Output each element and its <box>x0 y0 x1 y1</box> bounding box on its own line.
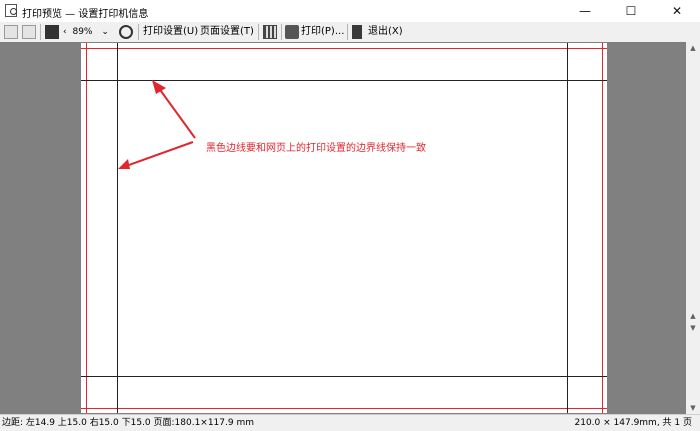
arrowhead-top <box>152 80 166 94</box>
annotation-arrows <box>118 80 196 169</box>
title-bar: 打印预览 — 设置打印机信息 — ☐ ✕ <box>0 0 700 22</box>
zoom-prev-icon[interactable]: ‹ <box>63 27 67 37</box>
first-page-icon[interactable] <box>4 25 18 39</box>
print-button[interactable]: 打印(P)... <box>301 24 344 40</box>
preview-viewport[interactable] <box>0 42 686 414</box>
chevron-down-icon[interactable]: ⌄ <box>101 27 109 37</box>
multi-page-icon[interactable] <box>45 25 59 39</box>
close-button[interactable]: ✕ <box>654 0 700 22</box>
zoom-value: 89% <box>72 27 93 37</box>
scroll-down-icon[interactable]: ▼ <box>686 402 700 414</box>
prev-page-icon[interactable] <box>22 25 36 39</box>
print-preview-icon <box>5 4 17 17</box>
separator <box>138 24 139 40</box>
margin-info: 边距: 左14.9 上15.0 右15.0 下15.0 页面:180.1×117… <box>2 418 254 428</box>
arrow-to-left-line <box>125 141 194 167</box>
margins-icon[interactable] <box>263 25 277 39</box>
annotation-text: 黑色边线要和网页上的打印设置的边界线保持一致 <box>206 143 426 154</box>
window-title: 打印预览 — 设置打印机信息 <box>22 9 149 20</box>
scroll-down-icon[interactable]: ▼ <box>686 322 700 334</box>
page-setup-button[interactable]: 页面设置(T) <box>200 24 254 40</box>
exit-icon[interactable] <box>352 25 362 39</box>
separator <box>281 24 282 40</box>
zoom-icon[interactable] <box>119 25 133 39</box>
print-setup-button[interactable]: 打印设置(U) <box>143 24 198 40</box>
status-bar: 边距: 左14.9 上15.0 右15.0 下15.0 页面:180.1×117… <box>0 414 700 431</box>
toolbar: ‹ 89% ⌄ 打印设置(U) 页面设置(T) 打印(P)... 退出(X) <box>0 22 700 43</box>
vertical-scrollbar[interactable]: ▲ ▲ ▼ ▼ <box>686 42 700 414</box>
arrow-to-top-line <box>157 86 196 139</box>
scroll-up-icon[interactable]: ▲ <box>686 310 700 322</box>
separator <box>40 24 41 40</box>
arrowhead-left <box>118 159 130 169</box>
printer-icon[interactable] <box>285 25 299 39</box>
page-size-info: 210.0 × 147.9mm, 共 1 页 <box>574 418 693 428</box>
maximize-button[interactable]: ☐ <box>608 0 654 22</box>
scroll-up-icon[interactable]: ▲ <box>686 42 700 54</box>
exit-button[interactable]: 退出(X) <box>368 24 403 40</box>
separator <box>347 24 348 40</box>
separator <box>258 24 259 40</box>
minimize-button[interactable]: — <box>562 0 608 22</box>
zoom-select[interactable]: ‹ 89% ⌄ <box>63 25 115 39</box>
